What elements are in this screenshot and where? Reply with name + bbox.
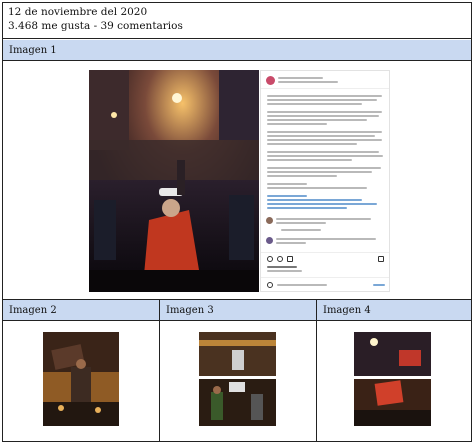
instagram-post-panel — [260, 70, 390, 292]
image4-photo[interactable] — [354, 332, 431, 426]
comment-avatar — [266, 217, 273, 224]
caption-line — [267, 135, 375, 137]
hashtag-line[interactable] — [267, 203, 377, 205]
post-date: 12 de noviembre del 2020 — [8, 6, 148, 18]
caption-line — [267, 103, 362, 105]
post-date-line — [267, 270, 302, 272]
protest-photo-3 — [199, 332, 276, 426]
col-divider-2 — [316, 300, 317, 442]
likes-line — [267, 266, 297, 268]
comment-line — [276, 238, 376, 240]
protest-photo-2 — [43, 332, 119, 426]
divider — [261, 252, 389, 253]
emoji-icon[interactable] — [267, 282, 273, 288]
hashtag-line[interactable] — [267, 199, 362, 201]
divider — [261, 277, 389, 278]
heart-icon[interactable] — [267, 256, 273, 262]
comment-meta-line — [276, 222, 326, 224]
caption-line — [267, 95, 382, 97]
caption-line — [267, 159, 352, 161]
caption-line — [267, 119, 367, 121]
caption-line — [267, 123, 327, 125]
caption-line — [267, 111, 382, 113]
caption-line — [267, 139, 382, 141]
image4-label: Imagen 4 — [317, 300, 471, 321]
image2-photo[interactable] — [43, 332, 119, 426]
image3-label: Imagen 3 — [160, 300, 316, 321]
protest-night-photo — [89, 70, 259, 292]
comment-line — [276, 242, 306, 244]
publish-button[interactable] — [373, 284, 385, 286]
caption-line — [267, 187, 367, 189]
caption-line — [267, 143, 357, 145]
caption-line — [267, 167, 381, 169]
comment-line — [276, 218, 371, 220]
caption-line — [267, 155, 383, 157]
caption-line — [267, 99, 377, 101]
caption-line — [267, 175, 337, 177]
hashtag-line[interactable] — [267, 207, 347, 209]
location-line — [278, 81, 338, 83]
image1-label: Imagen 1 — [3, 40, 471, 61]
share-icon[interactable] — [287, 256, 293, 262]
caption-line — [267, 183, 307, 185]
caption-line — [267, 115, 379, 117]
col-divider-1 — [159, 300, 160, 442]
image1-photo[interactable] — [89, 70, 259, 292]
image2-label: Imagen 2 — [3, 300, 159, 321]
username-line — [278, 77, 323, 79]
comment-avatar — [266, 237, 273, 244]
caption-line — [267, 151, 379, 153]
avatar[interactable] — [266, 76, 275, 85]
add-comment-input[interactable] — [277, 284, 327, 286]
post-header: 12 de noviembre del 2020 3.468 me gusta … — [3, 3, 471, 39]
caption-line — [267, 131, 382, 133]
image3-photo[interactable] — [199, 332, 276, 426]
divider — [261, 88, 389, 89]
protest-photo-4 — [354, 332, 431, 426]
post-stats: 3.468 me gusta - 39 comentarios — [8, 20, 183, 32]
hashtag-line[interactable] — [267, 195, 307, 197]
replies-line[interactable] — [281, 229, 321, 231]
bookmark-icon[interactable] — [378, 256, 384, 262]
caption-line — [267, 171, 372, 173]
comment-icon[interactable] — [277, 256, 283, 262]
